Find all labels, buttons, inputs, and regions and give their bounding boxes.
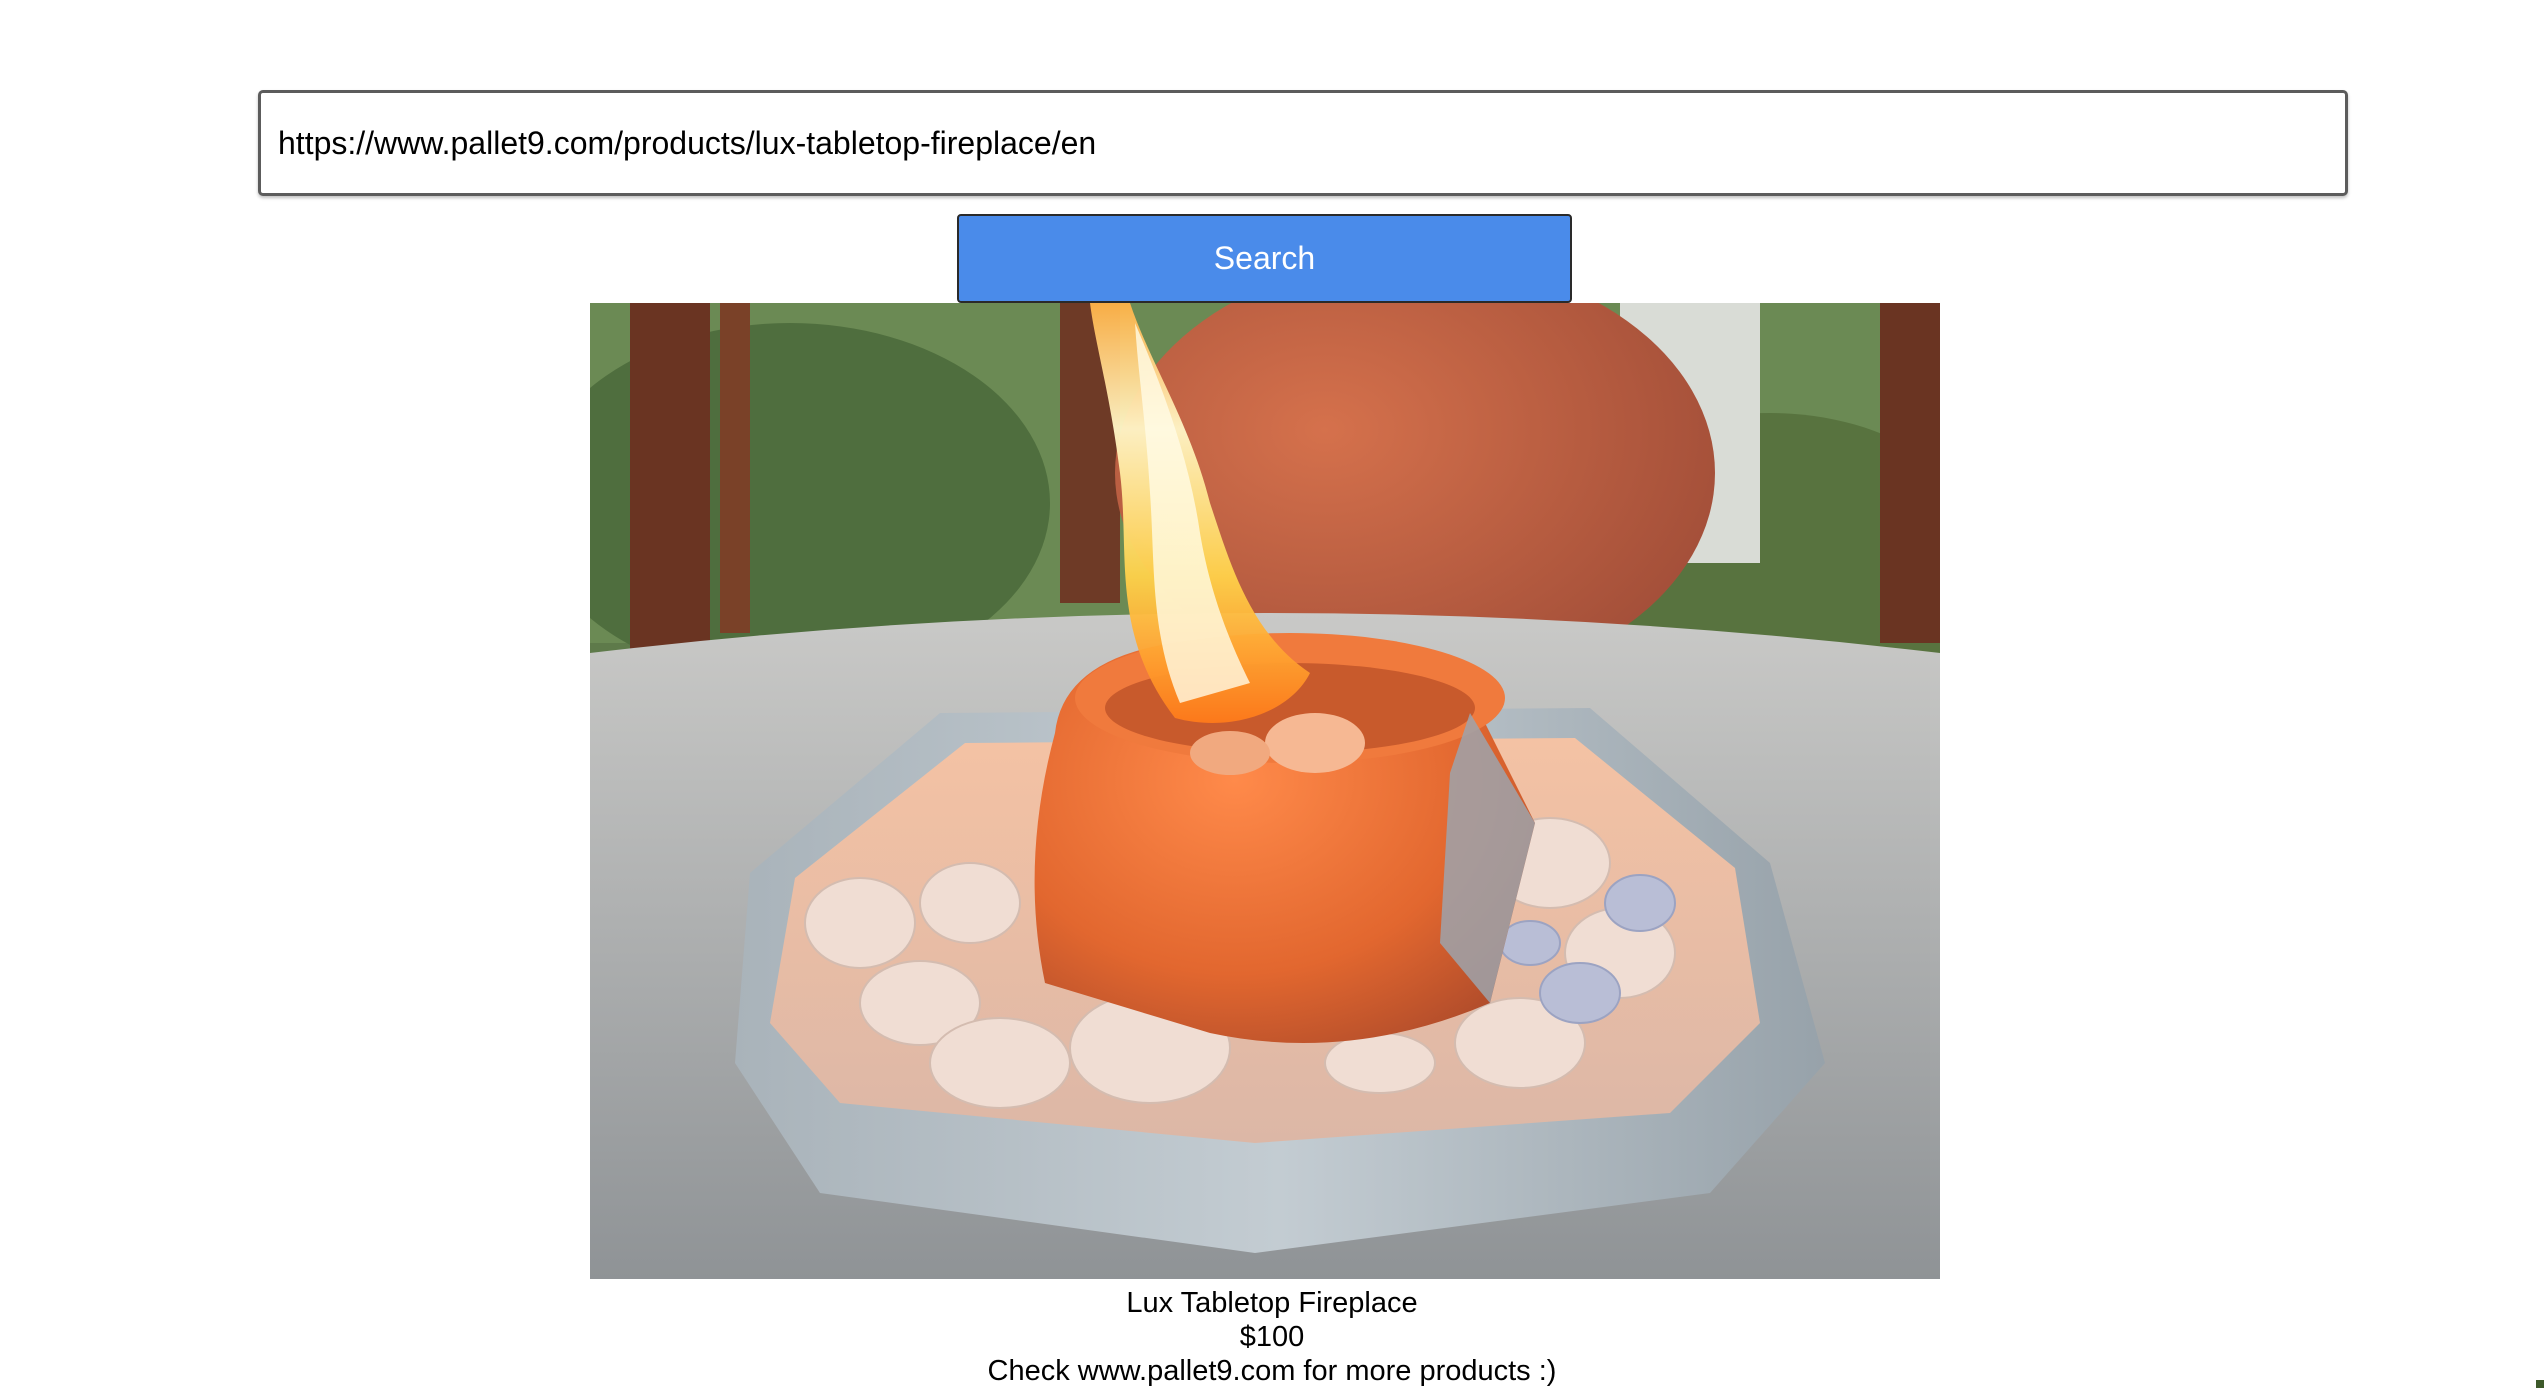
window-corner	[2536, 1380, 2544, 1388]
product-price: $100	[1239, 1321, 1305, 1353]
url-input[interactable]	[258, 90, 2348, 196]
product-image	[590, 303, 1940, 1279]
more-products-note: Check www.pallet9.com for more products …	[987, 1355, 1557, 1387]
search-button[interactable]: Search	[957, 214, 1572, 303]
product-name: Lux Tabletop Fireplace	[1126, 1287, 1418, 1319]
